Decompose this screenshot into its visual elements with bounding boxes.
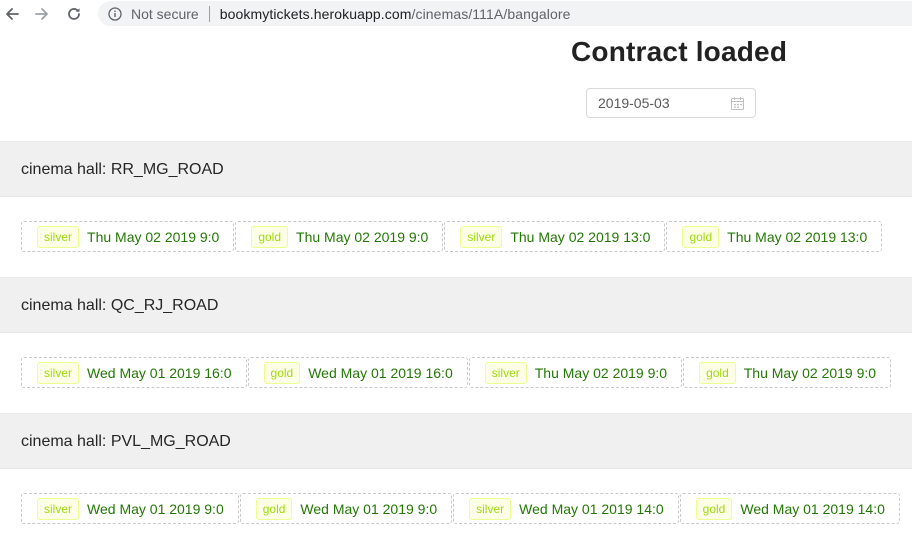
showtime-card[interactable]: gold Thu May 02 2019 9:0 (683, 357, 892, 388)
showtime-card[interactable]: silver Wed May 01 2019 16:0 (21, 357, 247, 388)
tier-tag: gold (699, 361, 736, 384)
showtime-card[interactable]: silver Wed May 01 2019 9:0 (21, 493, 239, 524)
reload-icon[interactable] (63, 3, 85, 25)
url-path: /cinemas/111A/bangalore (411, 5, 571, 22)
showtime-list: silver Wed May 01 2019 16:0 gold Wed May 0… (21, 357, 892, 388)
tier-tag: gold (263, 361, 301, 384)
url-host: bookmytickets.herokuapp.com (219, 5, 412, 22)
showtime-text: Thu May 02 2019 9:0 (296, 228, 429, 245)
showtime-text: Thu May 02 2019 9:0 (534, 364, 668, 381)
showtime-text: Thu May 02 2019 13:0 (727, 228, 868, 245)
hall-header: cinema hall: QC_RJ_ROAD (0, 277, 912, 333)
url-text[interactable]: bookmytickets.herokuapp.com/cinemas/111A… (220, 6, 571, 22)
tier-tag: gold (695, 497, 733, 520)
showtime-text: Wed May 01 2019 16:0 (308, 364, 453, 381)
hall-title: cinema hall: QC_RJ_ROAD (21, 297, 219, 314)
showtime-card[interactable]: gold Wed May 01 2019 14:0 (679, 493, 900, 524)
showtime-card[interactable]: silver Thu May 02 2019 13:0 (444, 221, 666, 252)
showtime-text: Thu May 02 2019 13:0 (510, 228, 651, 245)
showtime-card[interactable]: silver Wed May 01 2019 14:0 (453, 493, 679, 524)
tier-tag: silver (484, 361, 527, 384)
tier-tag: gold (255, 497, 293, 520)
showtime-text: Wed May 01 2019 14:0 (740, 500, 885, 517)
showtime-card[interactable]: gold Thu May 02 2019 9:0 (235, 221, 444, 252)
showtime-list: silver Thu May 02 2019 9:0 gold Thu May 02… (21, 221, 883, 252)
forward-arrow-icon[interactable] (31, 3, 53, 25)
address-bar[interactable]: Not secure bookmytickets.herokuapp.com/c… (98, 1, 912, 26)
tier-tag: silver (37, 497, 80, 520)
showtime-text: Wed May 01 2019 9:0 (300, 500, 438, 517)
showtime-text: Wed May 01 2019 16:0 (87, 364, 232, 381)
tier-tag: silver (460, 225, 503, 248)
showtime-card[interactable]: silver Thu May 02 2019 9:0 (468, 357, 683, 388)
calendar-icon[interactable] (731, 97, 744, 110)
hall-title: cinema hall: PVL_MG_ROAD (21, 433, 231, 450)
tier-tag: silver (37, 225, 80, 248)
date-picker[interactable] (586, 88, 756, 118)
address-separator (208, 5, 210, 22)
tier-tag: gold (251, 225, 289, 248)
info-icon[interactable] (108, 6, 122, 21)
tier-tag: silver (37, 361, 80, 384)
showtime-text: Wed May 01 2019 14:0 (519, 500, 664, 517)
security-status[interactable]: Not secure (131, 6, 199, 22)
showtime-text: Wed May 01 2019 9:0 (87, 500, 224, 517)
browser-toolbar: Not secure bookmytickets.herokuapp.com/c… (0, 0, 912, 28)
tier-tag: silver (469, 497, 512, 520)
showtime-text: Thu May 02 2019 9:0 (743, 364, 877, 381)
page-title: Contract loaded (571, 36, 788, 67)
showtime-list: silver Wed May 01 2019 9:0 gold Wed May 01… (21, 493, 900, 524)
showtime-card[interactable]: gold Wed May 01 2019 9:0 (239, 493, 453, 524)
hall-title: cinema hall: RR_MG_ROAD (21, 161, 224, 178)
showtime-text: Thu May 02 2019 9:0 (87, 228, 220, 245)
hall-header: cinema hall: PVL_MG_ROAD (0, 413, 912, 469)
showtime-card[interactable]: gold Thu May 02 2019 13:0 (666, 221, 883, 252)
tier-tag: gold (682, 225, 720, 248)
showtime-card[interactable]: silver Thu May 02 2019 9:0 (21, 221, 235, 252)
showtime-card[interactable]: gold Wed May 01 2019 16:0 (247, 357, 468, 388)
hall-header: cinema hall: RR_MG_ROAD (0, 141, 912, 197)
date-input[interactable] (598, 95, 718, 111)
back-arrow-icon[interactable] (1, 3, 23, 25)
